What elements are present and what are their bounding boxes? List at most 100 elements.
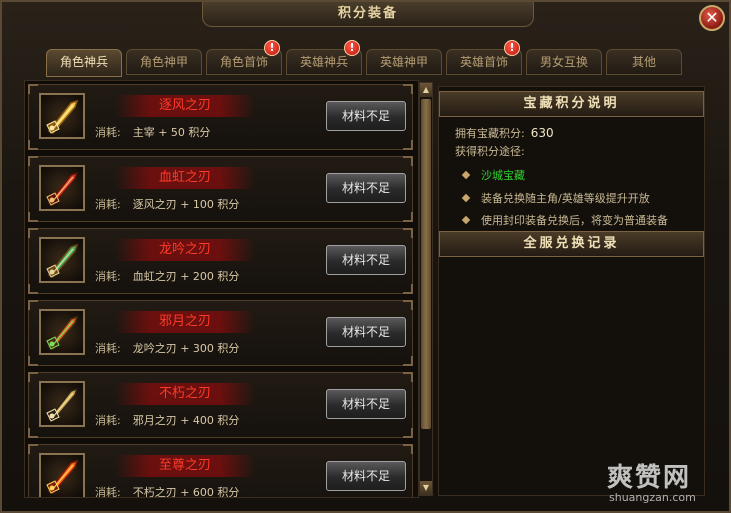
cost-label: 消耗: [95,414,121,427]
tab[interactable]: 角色首饰! [206,40,282,75]
tab[interactable]: 男女互换 [526,49,602,75]
frame-corner [28,284,38,294]
alert-badge-icon: ! [504,40,520,56]
item-slot[interactable] [39,309,85,355]
frame-corner [403,156,413,166]
item-cost: 消耗: 主宰 + 50 积分 [95,126,210,140]
equipment-row: 逐风之刃消耗: 主宰 + 50 积分 材料不足 [28,84,413,150]
title-bar: 积分装备 [202,2,534,27]
window-title: 积分装备 [337,6,398,21]
frame-corner [403,300,413,310]
equipment-row: 至尊之刃 消耗: 不朽之刃 + 600 积分 材料不足 [28,444,413,498]
item-name: 不朽之刃 [115,383,255,405]
tab-label: 英雄神兵 [299,55,348,69]
frame-corner [403,428,413,438]
tab-label: 角色首饰 [219,55,268,69]
item-name: 血虹之刃 [115,167,255,189]
frame-corner [403,140,413,150]
equipment-row: 邪月之刃消耗: 龙吟之刃 + 300 积分 材料不足 [28,300,413,366]
alert-badge-icon: ! [344,40,360,56]
scroll-down-button[interactable]: ▼ [420,481,432,495]
frame-corner [403,372,413,382]
way-item: 沙城宝藏 [461,167,525,183]
way-text[interactable]: 沙城宝藏 [481,169,525,182]
frame-corner [28,140,38,150]
close-button[interactable]: ✕ [699,5,725,31]
frame-corner [28,300,38,310]
insufficient-materials-button[interactable]: 材料不足 [326,245,406,275]
frame-corner [403,228,413,238]
ways-label: 获得积分途径: [455,145,525,158]
points-value: 630 [530,126,554,140]
list-scrollbar[interactable]: ▲ ▼ [419,82,433,496]
cost-label: 消耗: [95,342,121,355]
item-cost: 消耗: 不朽之刃 + 600 积分 [95,486,239,498]
diamond-bullet-icon [461,193,471,203]
frame-corner [403,444,413,454]
insufficient-materials-button[interactable]: 材料不足 [326,101,406,131]
tab[interactable]: 英雄神兵! [286,40,362,75]
frame-corner [403,84,413,94]
item-name: 逐风之刃 [115,95,255,117]
tab-label: 英雄首饰 [459,55,508,69]
item-cost: 消耗: 逐风之刃 + 100 积分 [95,198,239,212]
equipment-row: 血虹之刃消耗: 逐风之刃 + 100 积分 材料不足 [28,156,413,222]
tab-label: 英雄神甲 [379,55,428,69]
tab[interactable]: 角色神甲 [126,49,202,75]
item-slot[interactable] [39,165,85,211]
frame-corner [28,212,38,222]
cost-label: 消耗: [95,486,121,498]
cost-label: 消耗: [95,198,121,211]
tab-label: 角色神甲 [139,55,188,69]
tab[interactable]: 角色神兵 [46,49,122,77]
tab-label: 角色神兵 [59,55,108,69]
equipment-list: 逐风之刃 消耗: 主宰 + 50 积分 材料不足 血虹之刃 消耗: 逐风之刃 + 100 积… [24,80,419,498]
tab-label: 男女互换 [539,55,588,69]
equipment-row: 不朽之刃消耗: 邪月之刃 + 400 积分 材料不足 [28,372,413,438]
diamond-bullet-icon [461,215,471,225]
cost-label: 消耗: [95,126,121,139]
cost-value: 邪月之刃 + 400 积分 [132,414,240,427]
frame-corner [403,356,413,366]
exchange-record-header[interactable]: 全服兑换记录 [439,231,704,257]
tab[interactable]: 英雄首饰! [446,40,522,75]
insufficient-materials-button[interactable]: 材料不足 [326,389,406,419]
frame-corner [28,156,38,166]
frame-corner [28,372,38,382]
scroll-thumb[interactable] [421,99,431,429]
watermark: 爽赞网 shuangzan.com [607,457,727,509]
tab-label: 其他 [631,55,656,69]
item-slot[interactable] [39,381,85,427]
cost-value: 逐风之刃 + 100 积分 [132,198,240,211]
way-text: 使用封印装备兑换后，将变为普通装备 [481,214,668,227]
frame-corner [403,212,413,222]
insufficient-materials-button[interactable]: 材料不足 [326,173,406,203]
points-row: 拥有宝藏积分: 630 [455,125,554,141]
cost-value: 主宰 + 50 积分 [132,126,211,139]
points-label: 拥有宝藏积分: [455,127,525,140]
item-name: 邪月之刃 [115,311,255,333]
insufficient-materials-button[interactable]: 材料不足 [326,317,406,347]
item-cost: 消耗: 邪月之刃 + 400 积分 [95,414,239,428]
frame-corner [28,444,38,454]
points-equipment-window: 积分装备 ✕ 角色神兵 角色神甲 角色首饰! 英雄神兵! 英雄神甲 英雄首饰! 男女互换 其他… [0,0,731,513]
watermark-url: shuangzan.com [609,491,696,504]
cost-label: 消耗: [95,270,121,283]
item-slot[interactable] [39,237,85,283]
item-slot[interactable] [39,453,85,497]
tab[interactable]: 英雄神甲 [366,49,442,75]
tab[interactable]: 其他 [606,49,682,75]
alert-badge-icon: ! [264,40,280,56]
way-text: 装备兑换随主角/英雄等级提升开放 [481,192,650,205]
item-slot[interactable] [39,93,85,139]
frame-corner [28,428,38,438]
scroll-up-button[interactable]: ▲ [420,83,432,97]
cost-value: 血虹之刃 + 200 积分 [132,270,240,283]
insufficient-materials-button[interactable]: 材料不足 [326,461,406,491]
way-item: 使用封印装备兑换后，将变为普通装备 [461,212,668,228]
frame-corner [28,84,38,94]
frame-corner [403,284,413,294]
treasure-points-header: 宝藏积分说明 [439,91,704,117]
cost-value: 龙吟之刃 + 300 积分 [132,342,240,355]
way-item: 装备兑换随主角/英雄等级提升开放 [461,190,650,206]
